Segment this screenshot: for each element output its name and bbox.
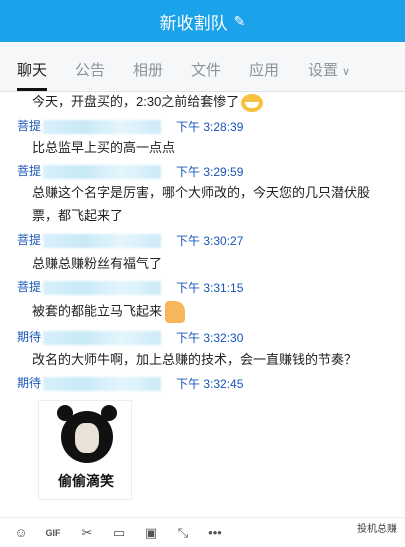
tab-apps[interactable]: 应用	[249, 59, 279, 80]
tab-album[interactable]: 相册	[133, 59, 163, 80]
message-sender[interactable]: 菩提	[17, 231, 162, 249]
message-text: 被套的都能立马飞起来	[32, 301, 186, 323]
sticker-caption: 偷偷滴笑	[58, 473, 114, 489]
input-toolbar: ☺ GIF ✂ ▭ ▣ ⤡ •••	[0, 517, 405, 547]
message-sender[interactable]: 期待	[17, 328, 162, 346]
redacted-name	[43, 330, 162, 345]
more-icon[interactable]: •••	[206, 524, 224, 542]
message-sender[interactable]: 菩提	[17, 162, 162, 180]
message-text: 总赚总赚粉丝有福气了	[32, 256, 163, 271]
tab-bar: 聊天 公告 相册 文件 应用 设置 ∨	[0, 42, 405, 118]
message-time: 下午 3:30:27	[176, 234, 244, 248]
tab-settings-label: 设置	[308, 62, 339, 79]
thumbs-up-icon	[165, 301, 186, 323]
sticker-image[interactable]: 偷偷滴笑	[38, 400, 132, 500]
sender-name: 菩提	[17, 233, 42, 247]
message-text: 改名的大师牛啊，加上总赚的技术，会一直赚钱的节奏？	[32, 352, 358, 367]
message-time: 下午 3:28:39	[176, 120, 244, 134]
window-title-bar: 新收割队 ✎	[0, 0, 405, 42]
redacted-name	[43, 119, 162, 134]
panda-face	[75, 423, 99, 453]
message-text: 总赚这个名字是厉害，哪个大师改的，今天您的几只潜伏股	[32, 185, 371, 200]
sender-name: 菩提	[17, 280, 42, 294]
message-text: 今天，开盘买的，2:30之前给套惨了	[32, 92, 264, 112]
chat-area[interactable]: 今天，开盘买的，2:30之前给套惨了 菩提 下午 3:28:39 比总监早上买的…	[0, 92, 405, 517]
tab-chat[interactable]: 聊天	[17, 59, 47, 80]
emoji-icon[interactable]: ☺	[12, 524, 30, 542]
message-time: 下午 3:29:59	[176, 165, 244, 179]
watermark: 投机总赚	[357, 524, 397, 535]
grin-emoji-icon	[241, 93, 264, 112]
edit-title-icon[interactable]: ✎	[234, 13, 246, 30]
message-sender[interactable]: 菩提	[17, 117, 162, 135]
redacted-name	[43, 280, 162, 295]
sender-name: 期待	[17, 330, 42, 344]
message-sender[interactable]: 菩提	[17, 278, 162, 296]
message-sender[interactable]: 期待	[17, 374, 162, 392]
window-title: 新收割队	[159, 13, 228, 33]
message-text-continued: 票，都飞起来了	[32, 208, 124, 223]
gif-icon[interactable]: GIF	[44, 524, 62, 542]
message-body: 今天，开盘买的，2:30之前给套惨了	[32, 94, 240, 109]
redacted-name	[43, 376, 162, 391]
tab-files[interactable]: 文件	[191, 59, 221, 80]
tab-announcement[interactable]: 公告	[75, 59, 105, 80]
sender-name: 期待	[17, 376, 42, 390]
message-time: 下午 3:32:30	[176, 331, 244, 345]
message-time: 下午 3:32:45	[176, 377, 244, 391]
redacted-name	[43, 164, 162, 179]
message-time: 下午 3:31:15	[176, 281, 244, 295]
scissors-icon[interactable]: ✂	[78, 524, 96, 542]
chevron-down-icon: ∨	[342, 66, 351, 78]
active-tab-indicator	[17, 88, 47, 91]
message-text: 比总监早上买的高一点点	[32, 140, 176, 155]
image-icon[interactable]: ▣	[142, 524, 160, 542]
sender-name: 菩提	[17, 119, 42, 133]
redacted-name	[43, 233, 162, 248]
shake-icon[interactable]: ⤡	[174, 524, 192, 542]
sender-name: 菩提	[17, 164, 42, 178]
message-body: 被套的都能立马飞起来	[32, 303, 163, 319]
tab-settings[interactable]: 设置 ∨	[308, 59, 350, 80]
folder-icon[interactable]: ▭	[110, 524, 128, 542]
